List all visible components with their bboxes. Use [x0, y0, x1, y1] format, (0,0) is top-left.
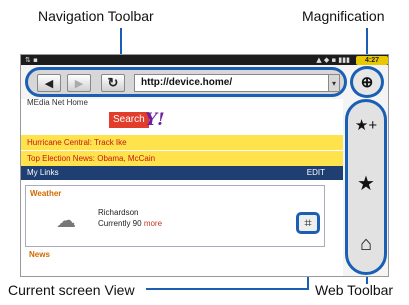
weather-current-text: Currently 90 [98, 219, 142, 228]
cloud-icon: ☁ [56, 210, 76, 232]
news-section-label: News [29, 250, 50, 259]
status-time: 4:27 [356, 56, 388, 65]
forward-button[interactable]: ▶ [67, 74, 91, 92]
news-link-2[interactable]: Top Election News: Obama, McCain [21, 150, 343, 166]
magnification-button[interactable]: ⊕ [350, 66, 384, 98]
edit-link[interactable]: EDIT [307, 166, 325, 180]
my-links-label: My Links [27, 168, 59, 177]
current-screen-view-callout: Current screen View [8, 282, 135, 298]
news-link-1[interactable]: Hurricane Central: Track Ike [21, 134, 343, 150]
url-dropdown-button[interactable]: ▾ [328, 74, 340, 92]
home-button[interactable]: ⌂ [351, 229, 381, 259]
home-icon: ⌂ [359, 232, 373, 255]
add-favorite-icon: ★+ [354, 117, 378, 134]
fit-screen-icon: ⌗ [304, 215, 312, 230]
weather-current: Currently 90 more [98, 219, 162, 228]
refresh-icon: ↻ [107, 75, 119, 90]
phone-screen: ⇅ ▪ ▲ ◆ ▪ ▮▮▮ 4:27 ◀ ▶ ↻ http://device.h… [20, 54, 389, 277]
navigation-toolbar: ◀ ▶ ↻ http://device.home/ ▾ [25, 67, 347, 97]
status-bar: ⇅ ▪ ▲ ◆ ▪ ▮▮▮ 4:27 [21, 55, 388, 65]
add-favorite-button[interactable]: ★+ [351, 110, 381, 140]
notification-icons: ⇅ ▪ [25, 56, 38, 64]
weather-city: Richardson [98, 208, 139, 217]
search-row: Search Y! [21, 108, 343, 134]
signal-icons: ▲ ◆ ▪ ▮▮▮ [316, 56, 350, 64]
current-screen-view-button[interactable]: ⌗ [296, 212, 320, 234]
yahoo-logo[interactable]: Y! [145, 110, 165, 130]
web-toolbar: ★+ ★ ⌂ [345, 99, 387, 275]
magnification-callout: Magnification [302, 8, 385, 24]
bookmarks-button[interactable]: ★ [351, 168, 381, 198]
current-view-callout-line-h [146, 288, 309, 290]
weather-more-link[interactable]: more [144, 219, 162, 228]
web-page-content: MEdia Net Home Search Y! Hurricane Centr… [21, 99, 343, 276]
weather-title: Weather [30, 189, 62, 198]
back-arrow-icon: ◀ [44, 77, 54, 90]
zoom-icon: ⊕ [360, 74, 374, 91]
chevron-down-icon: ▾ [331, 78, 336, 88]
star-icon: ★ [357, 172, 375, 195]
back-button[interactable]: ◀ [37, 74, 61, 92]
refresh-button[interactable]: ↻ [101, 74, 125, 92]
weather-widget: Weather ☁ Richardson Currently 90 more ⌗ [25, 185, 325, 247]
page-header-text: MEdia Net Home [27, 99, 88, 107]
my-links-bar: My Links EDIT [21, 166, 343, 180]
web-toolbar-callout: Web Toolbar [315, 282, 394, 298]
forward-arrow-icon: ▶ [74, 77, 84, 90]
search-button[interactable]: Search [109, 112, 149, 128]
url-field[interactable]: http://device.home/ [134, 74, 330, 92]
navigation-toolbar-callout: Navigation Toolbar [38, 8, 154, 24]
